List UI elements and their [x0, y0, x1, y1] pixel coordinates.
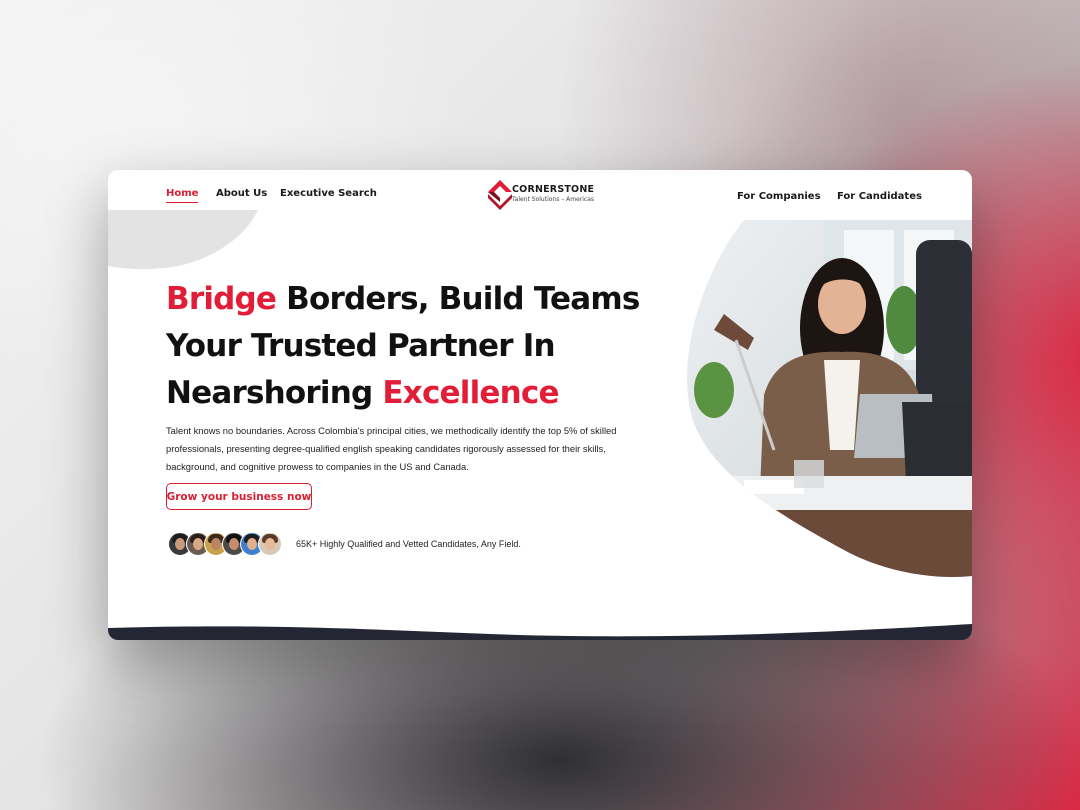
- cornerstone-logo-icon: [488, 180, 512, 210]
- logo-title: CORNERSTONE: [512, 184, 595, 195]
- headline-accent-bridge: Bridge: [166, 281, 277, 317]
- grow-business-button[interactable]: Grow your business now: [166, 483, 312, 510]
- nav-for-candidates[interactable]: For Candidates: [837, 191, 922, 202]
- candidate-avatars: [168, 532, 290, 558]
- candidates-stat: 65K+ Highly Qualified and Vetted Candida…: [296, 539, 521, 549]
- headline-accent-excellence: Excellence: [382, 375, 559, 411]
- browser-window: Home About Us Executive Search CORNERSTO…: [108, 170, 972, 640]
- nav-about-us[interactable]: About Us: [216, 188, 267, 199]
- headline-line-3-start: Nearshoring: [166, 375, 383, 411]
- headline-line-1: Bridge Borders, Build Teams: [166, 276, 686, 323]
- cornerstone-logo[interactable]: CORNERSTONE Talent Solutions – Americas: [488, 180, 608, 212]
- hero-photo: [687, 220, 972, 577]
- decorative-blob: [108, 210, 258, 270]
- hero-description: Talent knows no boundaries. Across Colom…: [166, 425, 617, 472]
- nav-home[interactable]: Home: [166, 188, 199, 203]
- hero-headline: Bridge Borders, Build Teams Your Trusted…: [166, 276, 686, 417]
- headline-line-1-rest: Borders, Build Teams: [276, 281, 640, 317]
- headline-line-2: Your Trusted Partner In: [166, 328, 556, 364]
- section-divider: [108, 624, 972, 640]
- logo-subtitle: Talent Solutions – Americas: [512, 196, 595, 203]
- candidate-avatar-icon: [258, 532, 282, 556]
- nav-for-companies[interactable]: For Companies: [737, 191, 821, 202]
- headline-line-3: Nearshoring Excellence: [166, 370, 686, 417]
- nav-executive-search[interactable]: Executive Search: [280, 188, 377, 199]
